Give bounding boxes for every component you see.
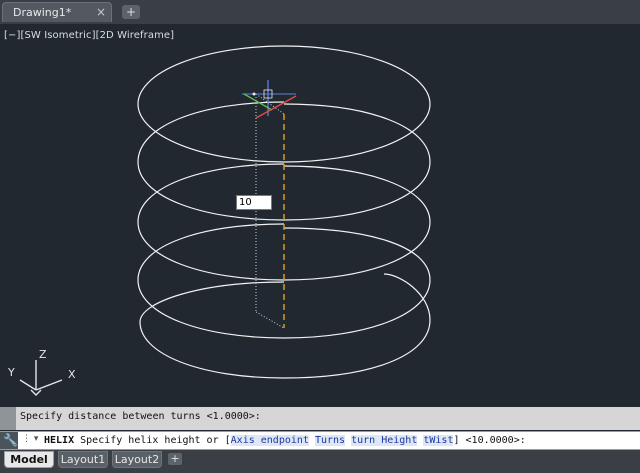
helix-drawing: Z Y X	[7, 45, 431, 396]
layout-tab-bar: Model Layout1 Layout2 +	[0, 450, 640, 473]
axis-connector	[255, 311, 285, 329]
crosshair-cursor	[242, 80, 297, 119]
drawing-viewport[interactable]: [−][SW Isometric][2D Wireframe] Z Y X 10	[0, 24, 640, 407]
command-window-grip[interactable]	[0, 407, 16, 430]
option-turn-height[interactable]: turn Height	[351, 435, 418, 446]
dynamic-input-field[interactable]: 10	[236, 195, 272, 210]
ucs-y-label: Y	[7, 366, 15, 379]
recent-commands-dropdown[interactable]: ⋮ ▾	[22, 434, 38, 444]
option-axis-endpoint[interactable]: Axis endpoint	[230, 435, 309, 446]
ucs-z-label: Z	[39, 348, 47, 361]
command-prompt-text: Specify helix height or [	[74, 435, 231, 446]
wrench-icon: 🔧	[3, 433, 18, 447]
add-layout-button[interactable]: +	[168, 453, 182, 465]
document-tab-bar: Drawing1* × +	[0, 0, 640, 24]
command-history: Specify distance between turns <1.0000>:	[0, 407, 640, 430]
tab-layout2[interactable]: Layout2	[112, 451, 162, 468]
option-turns[interactable]: Turns	[314, 435, 346, 446]
command-name: HELIX	[44, 435, 75, 446]
ucs-x-label: X	[68, 368, 76, 381]
tab-drawing1[interactable]: Drawing1* ×	[2, 2, 112, 22]
tab-model[interactable]: Model	[4, 451, 54, 468]
command-prompt-suffix: ] <10.0000>:	[453, 435, 526, 446]
command-line[interactable]: 🔧 ⋮ ▾ HELIX Specify helix height or [Axi…	[0, 431, 640, 450]
command-prompt: HELIX Specify helix height or [Axis endp…	[44, 435, 526, 446]
customize-button[interactable]: 🔧	[0, 432, 18, 449]
helix-turn-3	[137, 163, 431, 281]
helix-turn-4	[137, 223, 431, 339]
ucs-icon[interactable]	[19, 360, 63, 396]
helix-turn-5	[139, 273, 431, 379]
option-twist[interactable]: tWist	[423, 435, 454, 446]
new-tab-button[interactable]: +	[122, 5, 140, 19]
close-icon[interactable]: ×	[96, 5, 106, 19]
tab-drawing1-label: Drawing1*	[13, 6, 72, 19]
tab-layout1[interactable]: Layout1	[58, 451, 108, 468]
command-history-text: Specify distance between turns <1.0000>:	[20, 411, 261, 422]
